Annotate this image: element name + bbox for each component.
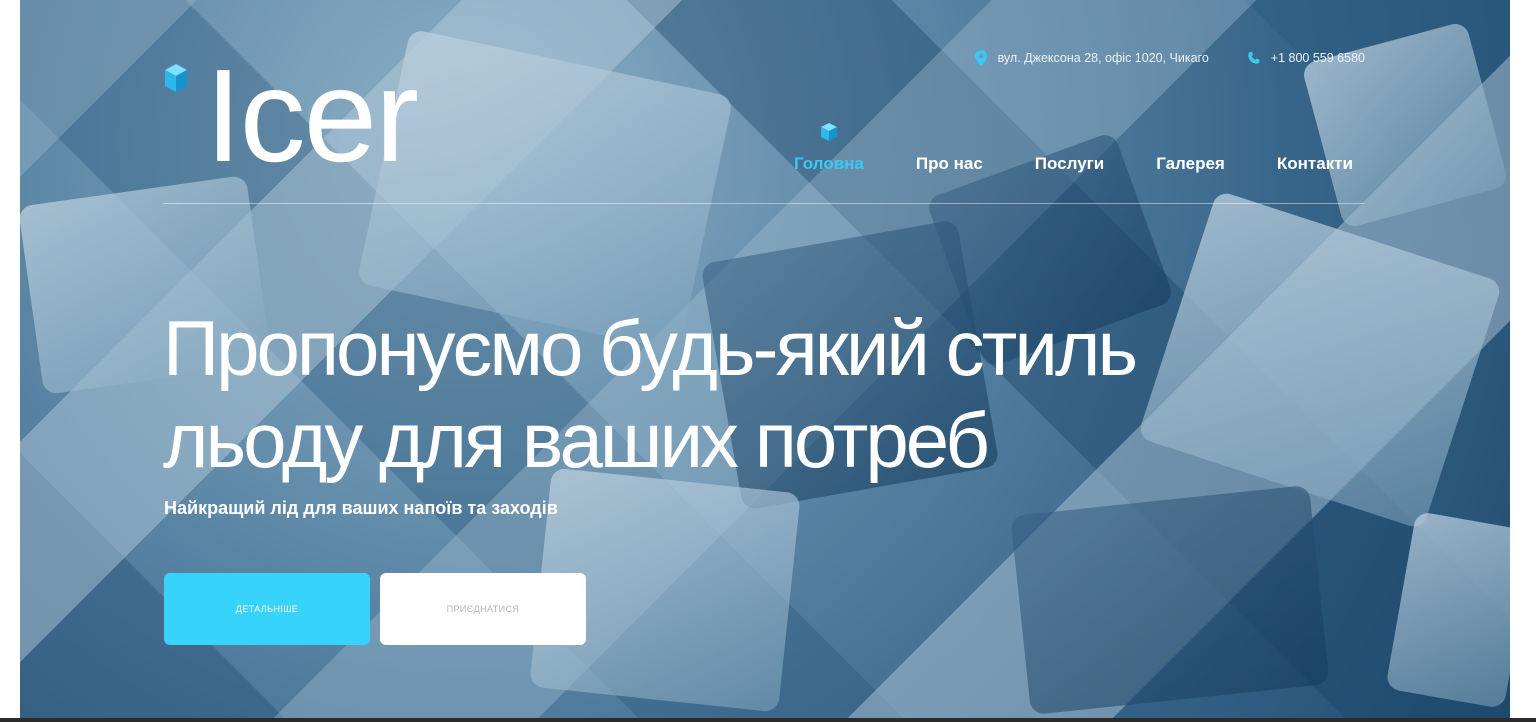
bottom-border	[0, 718, 1536, 722]
hero-headline-line1: Пропонуємо будь-який стиль	[163, 304, 1138, 392]
hero-headline: Пропонуємо будь-який стиль льоду для ваш…	[163, 302, 1163, 486]
map-pin-icon	[974, 50, 987, 66]
join-button[interactable]: ПРИЄДНАТИСЯ	[380, 573, 586, 645]
nav-item-label: Головна	[794, 154, 864, 173]
ice-cube-icon	[165, 64, 187, 92]
hero-subtitle: Найкращий лід для ваших напоїв та заході…	[164, 498, 558, 518]
site-logo[interactable]: Icer	[163, 50, 419, 182]
hero-headline-line2: льоду для ваших потреб	[163, 396, 990, 484]
contact-bar: вул. Джексона 28, офіс 1020, Чикаго +1 8…	[974, 50, 1365, 66]
details-button[interactable]: ДЕТАЛЬНІШЕ	[164, 573, 370, 645]
ice-cube-icon	[820, 123, 837, 141]
contact-phone[interactable]: +1 800 559 6580	[1271, 51, 1365, 65]
nav-item-label: Про нас	[915, 154, 983, 173]
logo-text: Icer	[205, 42, 419, 189]
nav-item-gallery[interactable]: Галерея	[1156, 154, 1225, 174]
contact-address[interactable]: вул. Джексона 28, офіс 1020, Чикаго	[998, 51, 1209, 65]
main-nav: Головна Про нас Послуги Галерея Контакти	[794, 123, 1353, 174]
nav-item-label: Контакти	[1276, 154, 1353, 173]
header-divider	[163, 203, 1365, 204]
nav-item-label: Послуги	[1034, 154, 1105, 173]
nav-item-contacts[interactable]: Контакти	[1277, 154, 1353, 174]
nav-item-services[interactable]: Послуги	[1035, 154, 1104, 174]
nav-item-home[interactable]: Головна	[794, 123, 864, 174]
nav-item-about[interactable]: Про нас	[916, 154, 983, 174]
phone-icon	[1248, 51, 1260, 64]
nav-item-label: Галерея	[1156, 154, 1225, 173]
